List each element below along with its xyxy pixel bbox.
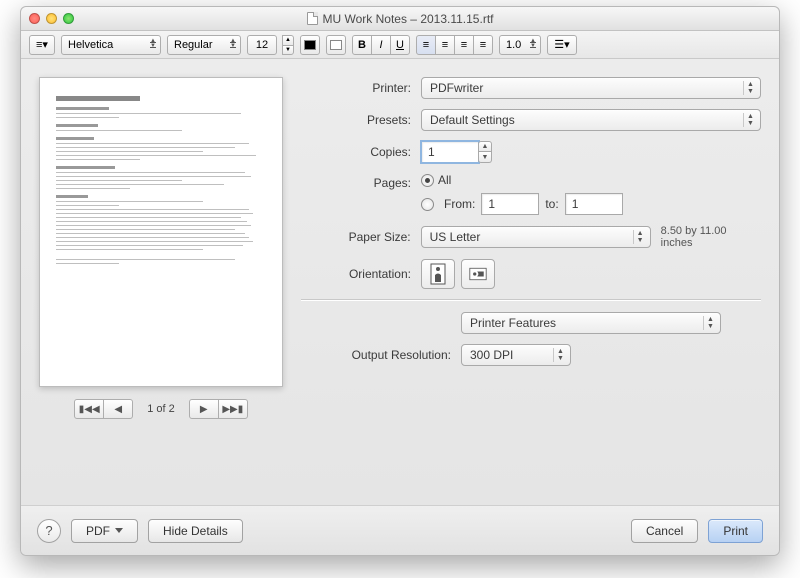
dialog-footer: ? PDF Hide Details Cancel Print — [21, 505, 779, 555]
paper-dimensions: 8.50 by 11.00 inches — [661, 225, 761, 249]
print-section-select[interactable]: Printer Features▲▼ — [461, 312, 721, 334]
font-family-value: Helvetica — [68, 39, 113, 51]
first-page-button[interactable]: ▮◀◀ — [74, 399, 104, 419]
align-right-button[interactable]: ≡ — [454, 35, 474, 55]
font-weight-select[interactable]: Regular▲▼ — [167, 35, 241, 55]
window-title: MU Work Notes – 2013.11.15.rtf — [21, 12, 779, 26]
orientation-portrait-button[interactable] — [421, 259, 455, 289]
align-left-button[interactable]: ≡ — [416, 35, 436, 55]
titlebar: MU Work Notes – 2013.11.15.rtf — [21, 7, 779, 31]
orientation-label: Orientation: — [301, 267, 421, 281]
minimize-window-button[interactable] — [46, 13, 57, 24]
font-style-group: B I U — [352, 35, 410, 55]
pages-from-label: From: — [444, 197, 475, 211]
zoom-window-button[interactable] — [63, 13, 74, 24]
copies-input[interactable]: 1 — [421, 141, 479, 163]
list-style-button[interactable]: ☰▾ — [547, 35, 577, 55]
align-center-button[interactable]: ≡ — [435, 35, 455, 55]
orientation-landscape-button[interactable] — [461, 259, 495, 289]
print-dialog-window: MU Work Notes – 2013.11.15.rtf ≡▾ Helvet… — [20, 6, 780, 556]
copies-value: 1 — [428, 145, 435, 159]
pdf-menu-button[interactable]: PDF — [71, 519, 138, 543]
line-spacing-select[interactable]: 1.0▲▼ — [499, 35, 541, 55]
pages-all-radio[interactable] — [421, 174, 434, 187]
pages-range-radio[interactable] — [421, 198, 434, 211]
font-weight-value: Regular — [174, 39, 213, 51]
highlight-color-button[interactable] — [326, 35, 346, 55]
pages-label: Pages: — [301, 173, 421, 190]
alignment-group: ≡ ≡ ≡ ≡ — [416, 35, 493, 55]
copies-stepper[interactable]: ▲▼ — [478, 141, 492, 163]
window-controls — [21, 13, 74, 24]
printer-value: PDFwriter — [430, 81, 483, 95]
format-toolbar: ≡▾ Helvetica▲▼ Regular▲▼ 12 ▲▼ B I U ≡ ≡… — [21, 31, 779, 59]
text-color-button[interactable] — [300, 35, 320, 55]
font-size-field[interactable]: 12 — [247, 35, 277, 55]
pages-from-input[interactable]: 1 — [481, 193, 539, 215]
print-button[interactable]: Print — [708, 519, 763, 543]
print-options-form: Printer: PDFwriter▲▼ Presets: Default Se… — [301, 77, 761, 419]
page-indicator: 1 of 2 — [147, 403, 175, 415]
section-divider — [301, 299, 761, 300]
underline-button[interactable]: U — [390, 35, 410, 55]
last-page-button[interactable]: ▶▶▮ — [218, 399, 248, 419]
align-justify-button[interactable]: ≡ — [473, 35, 493, 55]
presets-label: Presets: — [301, 113, 421, 127]
window-title-text: MU Work Notes – 2013.11.15.rtf — [323, 12, 494, 26]
hide-details-button[interactable]: Hide Details — [148, 519, 243, 543]
preview-pager: ▮◀◀ ◀ 1 of 2 ▶ ▶▶▮ — [39, 399, 283, 419]
line-spacing-value: 1.0 — [506, 39, 521, 51]
next-page-button[interactable]: ▶ — [189, 399, 219, 419]
output-resolution-select[interactable]: 300 DPI▲▼ — [461, 344, 571, 366]
pages-to-label: to: — [545, 197, 558, 211]
copies-label: Copies: — [301, 145, 421, 159]
presets-value: Default Settings — [430, 113, 515, 127]
font-size-value: 12 — [256, 39, 268, 51]
printer-label: Printer: — [301, 81, 421, 95]
presets-select[interactable]: Default Settings▲▼ — [421, 109, 761, 131]
italic-button[interactable]: I — [371, 35, 391, 55]
paper-size-label: Paper Size: — [301, 230, 421, 244]
paper-size-select[interactable]: US Letter▲▼ — [421, 226, 651, 248]
prev-page-button[interactable]: ◀ — [103, 399, 133, 419]
cancel-button[interactable]: Cancel — [631, 519, 698, 543]
styles-menu-button[interactable]: ≡▾ — [29, 35, 55, 55]
bold-button[interactable]: B — [352, 35, 372, 55]
close-window-button[interactable] — [29, 13, 40, 24]
print-preview-column: ▮◀◀ ◀ 1 of 2 ▶ ▶▶▮ — [39, 77, 283, 419]
print-section-value: Printer Features — [470, 316, 556, 330]
output-resolution-label: Output Resolution: — [301, 348, 461, 362]
font-family-select[interactable]: Helvetica▲▼ — [61, 35, 161, 55]
pages-all-label: All — [438, 173, 451, 187]
output-resolution-value: 300 DPI — [470, 348, 513, 362]
help-button[interactable]: ? — [37, 519, 61, 543]
paper-size-value: US Letter — [430, 230, 481, 244]
document-icon — [307, 12, 318, 25]
font-size-stepper[interactable]: ▲▼ — [282, 35, 294, 55]
pages-to-input[interactable]: 1 — [565, 193, 623, 215]
printer-select[interactable]: PDFwriter▲▼ — [421, 77, 761, 99]
page-preview — [39, 77, 283, 387]
